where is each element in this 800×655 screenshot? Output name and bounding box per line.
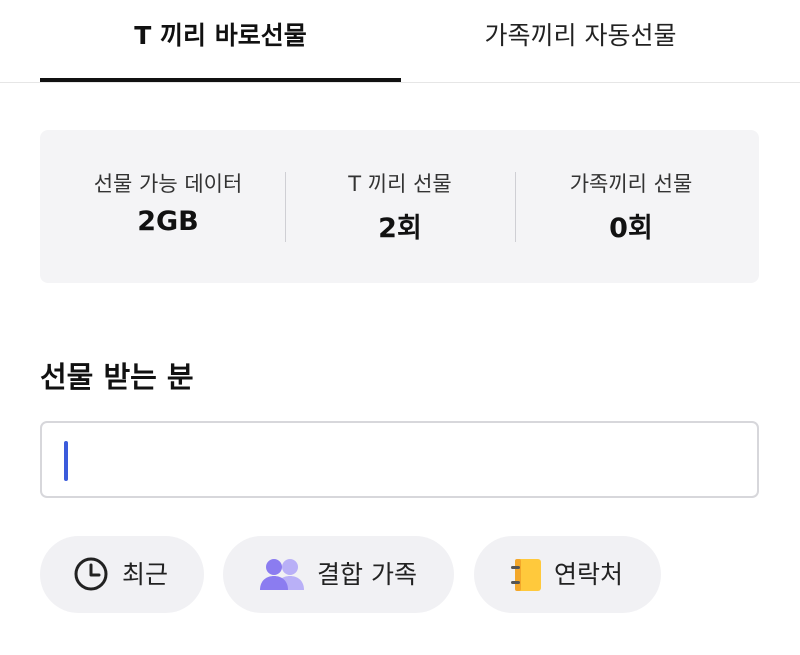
stat-value: 2GB xyxy=(137,206,199,237)
contact-book-icon xyxy=(507,556,545,594)
tab-t-direct-gift[interactable]: T 끼리 바로선물 xyxy=(40,0,401,82)
stat-label: 가족끼리 선물 xyxy=(569,172,693,196)
active-tab-indicator xyxy=(40,78,401,82)
tab-bar: T 끼리 바로선물 가족끼리 자동선물 xyxy=(0,0,800,83)
stat-t-gift-count: T 끼리 선물 2회 xyxy=(285,130,515,283)
recent-button[interactable]: 최근 xyxy=(40,536,204,613)
text-cursor xyxy=(64,441,68,481)
stat-label: T 끼리 선물 xyxy=(348,172,452,196)
clock-icon xyxy=(73,556,109,592)
gift-summary-panel: 선물 가능 데이터 2GB T 끼리 선물 2회 가족끼리 선물 0회 xyxy=(40,130,759,283)
stat-label: 선물 가능 데이터 xyxy=(93,172,243,196)
family-group-button[interactable]: 결합 가족 xyxy=(223,536,454,613)
tab-family-auto-gift[interactable]: 가족끼리 자동선물 xyxy=(401,0,760,82)
stat-value: 0회 xyxy=(609,213,653,244)
people-icon xyxy=(257,556,307,592)
recent-button-label: 최근 xyxy=(122,560,169,589)
recipient-input[interactable] xyxy=(40,421,759,498)
stat-value: 2회 xyxy=(378,213,422,244)
recipient-section-title: 선물 받는 분 xyxy=(40,360,194,394)
stat-family-gift-count: 가족끼리 선물 0회 xyxy=(516,130,746,283)
stat-available-data: 선물 가능 데이터 2GB xyxy=(53,130,283,283)
contacts-button[interactable]: 연락처 xyxy=(474,536,661,613)
family-group-button-label: 결합 가족 xyxy=(317,560,417,589)
contacts-button-label: 연락처 xyxy=(554,560,624,589)
